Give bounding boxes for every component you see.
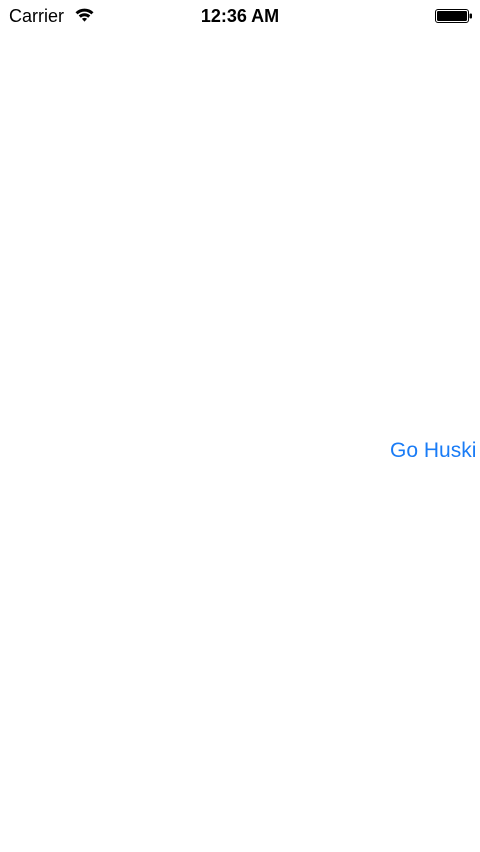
status-bar: Carrier 12:36 AM bbox=[0, 0, 480, 32]
app-screen: Carrier 12:36 AM Go Huski bbox=[0, 0, 480, 852]
go-huski-button[interactable]: Go Huski bbox=[390, 437, 476, 465]
status-time: 12:36 AM bbox=[200, 6, 280, 26]
battery-icon bbox=[435, 9, 473, 23]
